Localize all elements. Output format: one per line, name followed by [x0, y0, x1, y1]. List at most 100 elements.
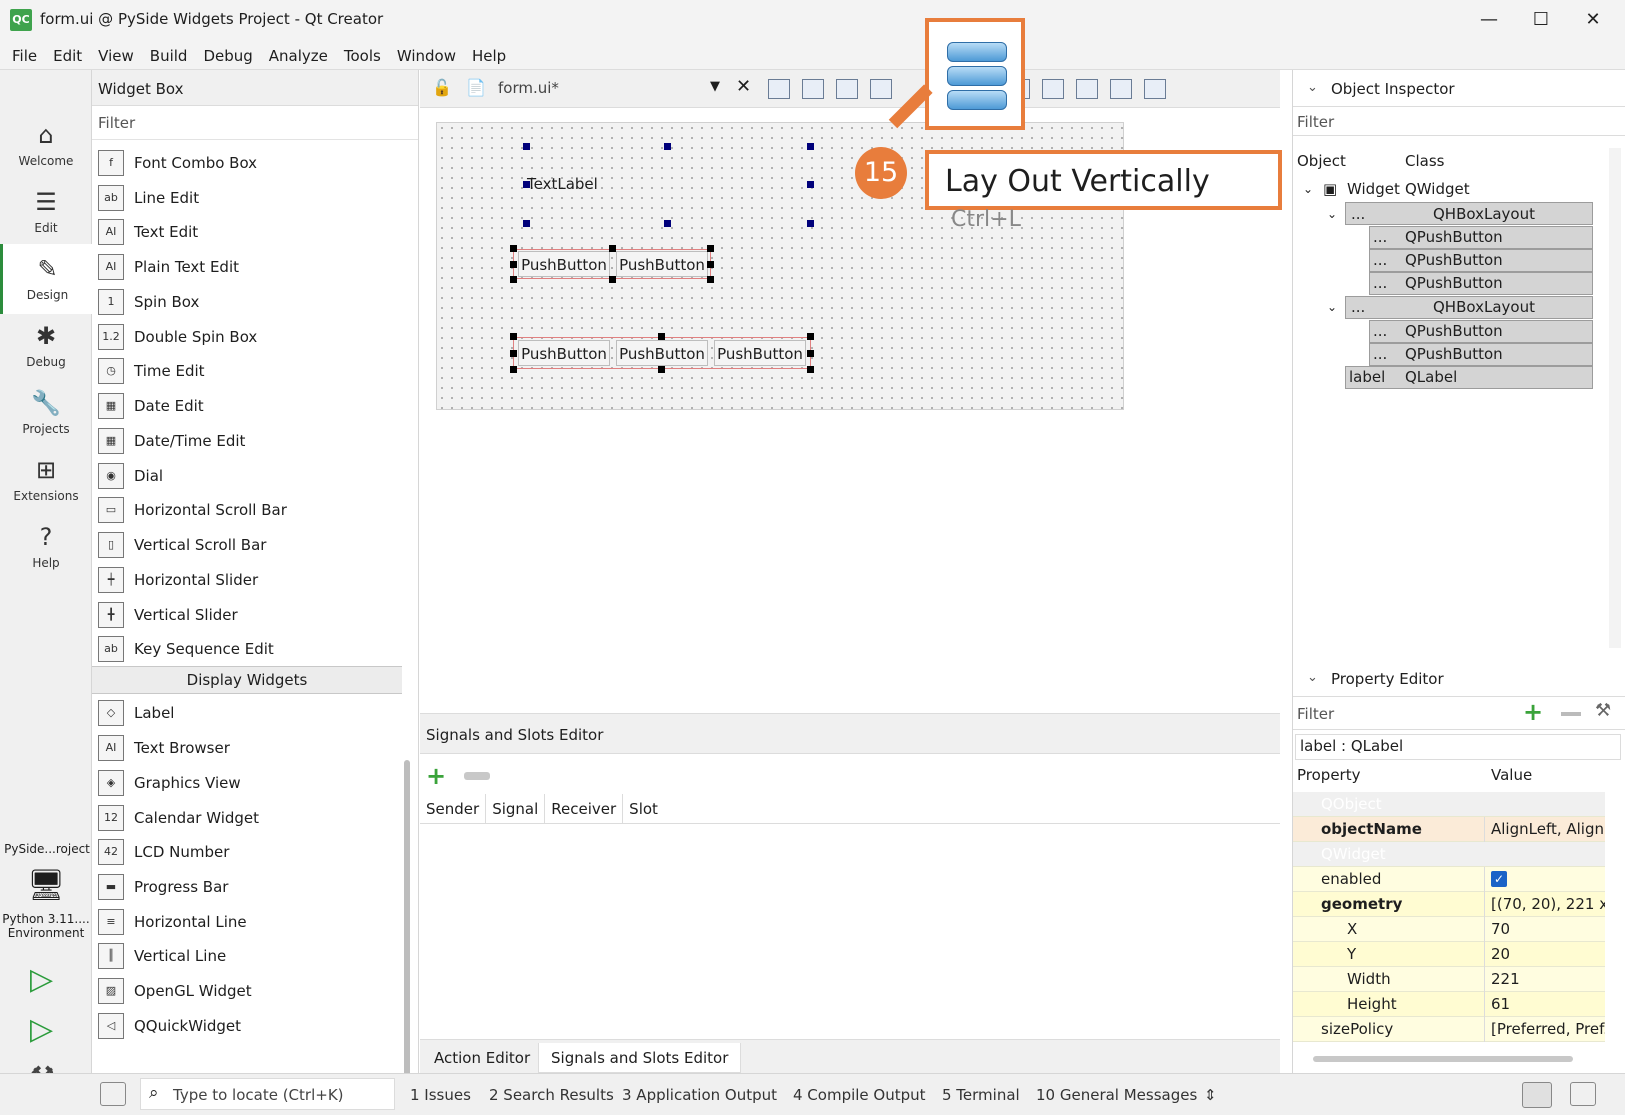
selection-handle[interactable]	[807, 143, 814, 150]
oi-object-name[interactable]: Widget	[1347, 178, 1400, 200]
mode-debug[interactable]: ✱ Debug	[0, 311, 92, 381]
output-pane-issues[interactable]: 1 Issues	[410, 1086, 471, 1104]
toggle-sidebar-icon[interactable]	[100, 1082, 126, 1106]
hbox-layout-2[interactable]: PushButton PushButton PushButton	[513, 337, 811, 369]
widget-item-spin-box[interactable]: 1 Spin Box	[98, 286, 398, 318]
column-slot[interactable]: Slot	[623, 794, 664, 823]
selection-handle[interactable]	[523, 220, 530, 227]
more-panes-icon[interactable]: ⇕	[1204, 1086, 1217, 1104]
column-class[interactable]: Class	[1405, 152, 1444, 170]
oi-object-name[interactable]: ...	[1373, 272, 1387, 294]
selection-handle[interactable]	[807, 333, 814, 340]
menu-window[interactable]: Window	[389, 40, 464, 69]
mode-edit[interactable]: ☰ Edit	[0, 177, 92, 247]
locator-input[interactable]: ⌕ Type to locate (Ctrl+K)	[140, 1078, 395, 1110]
layout-grid-icon[interactable]	[1042, 79, 1064, 99]
oi-object-class[interactable]: QHBoxLayout	[1433, 296, 1535, 318]
widget-item-key-sequence-edit[interactable]: ab Key Sequence Edit	[98, 633, 398, 665]
widget-item-text-browser[interactable]: AI Text Browser	[98, 732, 398, 764]
oi-object-name[interactable]: ...	[1373, 343, 1387, 365]
prop-geometry[interactable]: geometry[(70, 20), 221 x 61]	[1293, 892, 1605, 917]
category-display-widgets[interactable]: Display Widgets	[92, 666, 402, 694]
hbox-layout-1[interactable]: PushButton PushButton	[513, 249, 711, 279]
lay-out-vertically-icon[interactable]	[947, 42, 1007, 62]
push-button[interactable]: PushButton	[616, 340, 708, 366]
selection-handle[interactable]	[658, 366, 665, 373]
expand-toggle-icon[interactable]: ⌄	[1327, 296, 1337, 318]
widget-item-vertical-scroll-bar[interactable]: ▯ Vertical Scroll Bar	[98, 529, 398, 561]
oi-object-class[interactable]: QPushButton	[1405, 320, 1503, 342]
selection-handle[interactable]	[510, 333, 517, 340]
widget-box-filter[interactable]: Filter	[92, 106, 418, 140]
selection-handle[interactable]	[510, 350, 517, 357]
output-pane-terminal[interactable]: 5 Terminal	[942, 1086, 1020, 1104]
selection-handle[interactable]	[510, 245, 517, 252]
widget-item-horizontal-slider[interactable]: ┿ Horizontal Slider	[98, 564, 398, 596]
widget-item-date-edit[interactable]: ▦ Date Edit	[98, 390, 398, 422]
progress-details-icon[interactable]	[1522, 1082, 1552, 1108]
widget-item-time-edit[interactable]: ◷ Time Edit	[98, 355, 398, 387]
selection-handle[interactable]	[609, 276, 616, 283]
output-pane-application-output[interactable]: 3 Application Output	[622, 1086, 777, 1104]
tab-signals-slots-editor[interactable]: Signals and Slots Editor	[538, 1043, 742, 1073]
expand-toggle-icon[interactable]: ⌄	[1303, 178, 1313, 200]
remove-property-icon[interactable]	[1561, 712, 1581, 716]
oi-object-class[interactable]: QWidget	[1405, 178, 1470, 200]
oi-object-name[interactable]: ...	[1351, 296, 1365, 318]
widget-item-plain-text-edit[interactable]: AI Plain Text Edit	[98, 251, 398, 283]
output-pane-search-results[interactable]: 2 Search Results	[489, 1086, 614, 1104]
widget-item-lcd-number[interactable]: 42 LCD Number	[98, 836, 398, 868]
minimize-button[interactable]: —	[1463, 4, 1515, 36]
widget-item-font-combo-box[interactable]: f Font Combo Box	[98, 147, 398, 179]
widget-item-line-edit[interactable]: ab Line Edit	[98, 182, 398, 214]
column-value[interactable]: Value	[1491, 766, 1532, 784]
widget-item-text-edit[interactable]: AI Text Edit	[98, 216, 398, 248]
oi-object-class[interactable]: QHBoxLayout	[1433, 203, 1535, 225]
selection-handle[interactable]	[807, 220, 814, 227]
oi-object-name[interactable]: ...	[1373, 320, 1387, 342]
checkbox-checked-icon[interactable]: ✓	[1491, 871, 1507, 887]
push-button[interactable]: PushButton	[616, 251, 708, 277]
selection-handle[interactable]	[664, 143, 671, 150]
edit-signals-slots-icon[interactable]	[802, 79, 824, 99]
selection-handle[interactable]	[707, 245, 714, 252]
edit-tab-order-icon[interactable]	[870, 79, 892, 99]
selection-handle[interactable]	[807, 350, 814, 357]
selection-handle[interactable]	[658, 333, 665, 340]
object-inspector-scrollbar[interactable]	[1609, 148, 1621, 648]
oi-object-class[interactable]: QPushButton	[1405, 272, 1503, 294]
adjust-size-icon[interactable]	[1144, 79, 1166, 99]
column-object[interactable]: Object	[1297, 152, 1346, 170]
close-window-button[interactable]: ✕	[1567, 4, 1619, 36]
run-icon[interactable]: ▷	[30, 962, 53, 997]
prop-x[interactable]: X 70	[1293, 917, 1605, 942]
widget-item-dial[interactable]: ◉ Dial	[98, 460, 398, 492]
lock-icon[interactable]: 🔓	[432, 78, 452, 97]
widget-item-graphics-view[interactable]: ◈ Graphics View	[98, 767, 398, 799]
menu-build[interactable]: Build	[142, 40, 196, 69]
selection-handle[interactable]	[807, 366, 814, 373]
widget-item-vertical-line[interactable]: ║ Vertical Line	[98, 940, 398, 972]
chevron-down-icon[interactable]: ⌄	[1307, 80, 1318, 95]
widget-item-vertical-slider[interactable]: ╋ Vertical Slider	[98, 599, 398, 631]
object-inspector-filter[interactable]: Filter	[1293, 106, 1625, 136]
selection-handle[interactable]	[807, 181, 814, 188]
expand-toggle-icon[interactable]: ⌄	[1327, 203, 1337, 225]
output-pane-general-messages[interactable]: 10 General Messages	[1036, 1086, 1197, 1104]
oi-object-name[interactable]: ...	[1351, 203, 1365, 225]
property-editor-hscrollbar[interactable]	[1313, 1056, 1573, 1062]
edit-buddies-icon[interactable]	[836, 79, 858, 99]
add-connection-icon[interactable]: +	[426, 762, 446, 790]
menu-debug[interactable]: Debug	[195, 40, 260, 69]
mode-extensions[interactable]: ⊞ Extensions	[0, 445, 92, 515]
prop-objectName[interactable]: objectName AlignLeft, Align.	[1293, 817, 1605, 842]
oi-object-name[interactable]: ...	[1373, 226, 1387, 248]
oi-object-class[interactable]: QPushButton	[1405, 249, 1503, 271]
selection-handle[interactable]	[707, 261, 714, 268]
widget-item-horizontal-line[interactable]: ≡ Horizontal Line	[98, 906, 398, 938]
add-dynamic-property-icon[interactable]: +	[1523, 698, 1543, 726]
layout-form-icon[interactable]	[1076, 79, 1098, 99]
form-text-label[interactable]: TextLabel	[527, 175, 598, 193]
oi-object-name[interactable]: ...	[1373, 249, 1387, 271]
maximize-button[interactable]: ☐	[1515, 4, 1567, 36]
